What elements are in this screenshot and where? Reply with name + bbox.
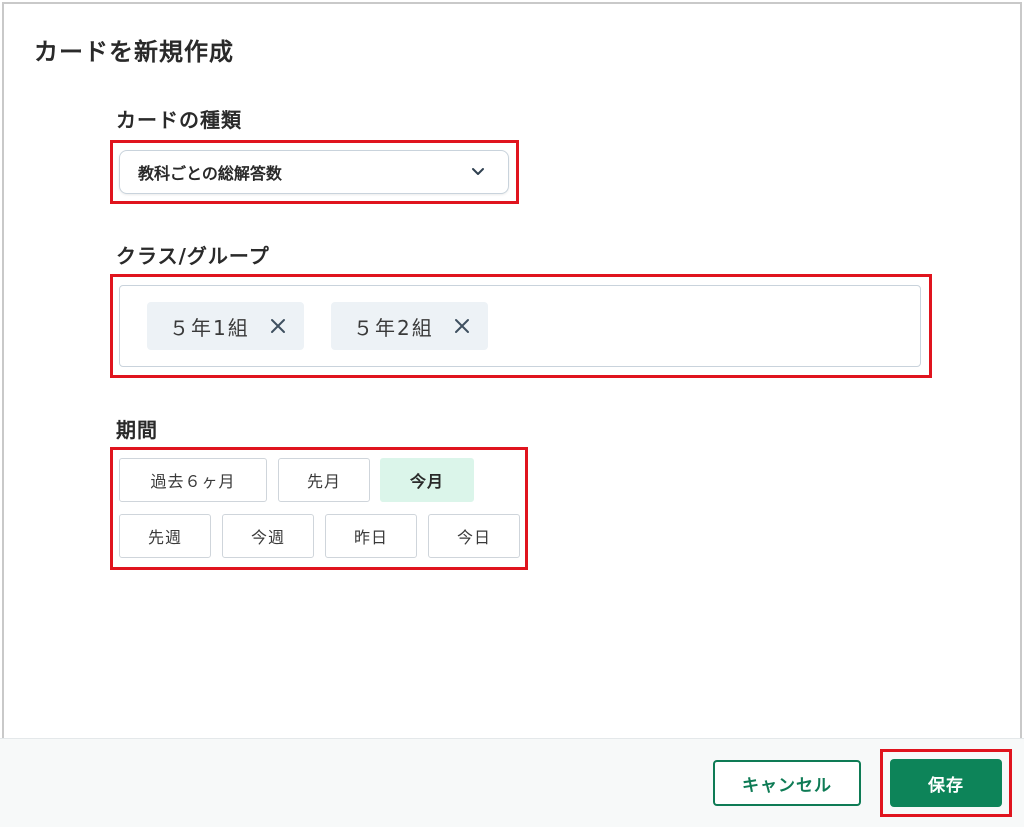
class-tag: ５年1組: [147, 302, 304, 350]
cancel-button[interactable]: キャンセル: [713, 760, 861, 806]
save-button[interactable]: 保存: [890, 759, 1002, 807]
class-tag: ５年2組: [331, 302, 488, 350]
period-option-past-6-months[interactable]: 過去６ヶ月: [119, 458, 267, 502]
period-option-yesterday[interactable]: 昨日: [325, 514, 417, 558]
class-group-label: クラス/グループ: [116, 244, 270, 268]
period-option-today[interactable]: 今日: [428, 514, 520, 558]
dialog-footer: [0, 738, 1024, 827]
period-label: 期間: [116, 418, 158, 442]
card-type-selected-value: 教科ごとの総解答数: [138, 164, 282, 183]
period-option-this-month[interactable]: 今月: [380, 458, 474, 502]
period-option-last-week[interactable]: 先週: [119, 514, 211, 558]
dialog-title: カードを新規作成: [34, 38, 234, 66]
period-option-last-month[interactable]: 先月: [278, 458, 370, 502]
chevron-down-icon: [472, 168, 484, 175]
period-option-this-week[interactable]: 今週: [222, 514, 314, 558]
create-card-dialog: カードを新規作成 カードの種類 教科ごとの総解答数 クラス/グループ ５年1組 …: [2, 2, 1022, 825]
card-type-label: カードの種類: [116, 108, 242, 132]
close-icon[interactable]: [270, 318, 286, 334]
class-tag-label: ５年1組: [169, 315, 250, 340]
class-tag-label: ５年2組: [353, 315, 434, 340]
class-group-tag-input[interactable]: ５年1組 ５年2組: [119, 285, 921, 367]
card-type-select[interactable]: 教科ごとの総解答数: [119, 150, 509, 194]
close-icon[interactable]: [454, 318, 470, 334]
